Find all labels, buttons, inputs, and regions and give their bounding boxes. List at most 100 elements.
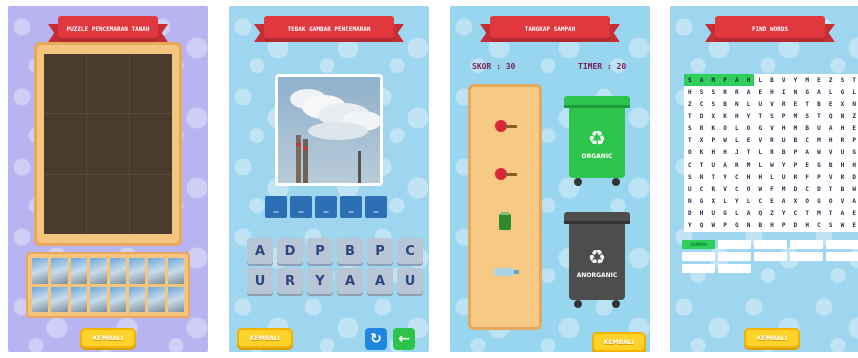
grid-letter[interactable]: T [848,74,858,86]
grid-letter[interactable]: G [813,159,825,171]
grid-letter[interactable]: W [813,147,825,159]
grid-letter[interactable]: L [731,135,743,147]
grid-letter[interactable]: G [837,86,849,98]
puzzle-piece[interactable] [70,286,88,312]
grid-letter[interactable]: L [766,171,778,183]
letter-tile[interactable]: P [307,238,333,264]
letter-tile[interactable]: A [337,268,363,294]
back-button[interactable]: KEMBALI [237,328,293,348]
grid-letter[interactable]: R [731,159,743,171]
grid-letter[interactable]: M [707,74,720,87]
grid-letter[interactable]: O [743,183,755,195]
grid-letter[interactable]: R [766,135,778,147]
grid-letter[interactable]: S [825,220,837,232]
grid-letter[interactable]: T [684,135,696,147]
answer-slot[interactable]: _ [365,196,387,218]
letter-tile[interactable]: U [247,268,273,294]
answer-slot[interactable]: _ [340,196,362,218]
puzzle-piece[interactable] [128,258,146,284]
grid-letter[interactable]: L [848,86,858,98]
grid-letter[interactable]: T [684,110,696,122]
grid-letter[interactable]: R [837,171,849,183]
grid-letter[interactable]: P [719,74,731,87]
grid-letter[interactable]: E [848,123,858,135]
grid-letter[interactable]: H [766,220,778,232]
letter-tile[interactable]: A [367,268,393,294]
grid-letter[interactable]: R [790,171,802,183]
grid-letter[interactable]: W [707,220,719,232]
grid-letter[interactable]: Y [731,196,743,208]
grid-letter[interactable]: V [766,123,778,135]
grid-letter[interactable]: T [825,208,837,220]
grid-letter[interactable]: F [766,183,778,195]
grid-letter[interactable]: P [707,135,719,147]
grid-letter[interactable]: O [719,123,731,135]
grid-letter[interactable]: Z [825,74,837,86]
grid-letter[interactable]: N [684,196,696,208]
grid-letter[interactable]: R [731,86,743,98]
grid-letter[interactable]: E [848,208,858,220]
grid-letter[interactable]: E [790,98,802,110]
grid-letter[interactable]: T [696,159,708,171]
grid-letter[interactable]: S [684,171,696,183]
puzzle-piece[interactable] [109,286,126,312]
puzzle-cell[interactable] [44,114,86,174]
grid-letter[interactable]: T [743,147,755,159]
grid-letter[interactable]: S [707,86,719,98]
grid-letter[interactable]: H [696,208,708,220]
grid-letter[interactable]: C [790,208,802,220]
grid-letter[interactable]: B [754,220,766,232]
grid-letter[interactable]: L [754,147,766,159]
puzzle-cell[interactable] [130,54,172,114]
grid-letter[interactable]: B [719,98,731,110]
puzzle-cell[interactable] [87,114,129,174]
grid-letter[interactable]: U [754,98,766,110]
grid-letter[interactable]: A [825,123,837,135]
grid-letter[interactable]: U [837,147,849,159]
grid-letter[interactable]: P [790,147,802,159]
back-button[interactable]: KEMBALI [744,328,800,348]
grid-letter[interactable]: V [778,74,790,86]
grid-letter[interactable]: A [695,74,708,87]
grid-letter[interactable]: S [766,110,778,122]
grid-letter[interactable]: K [707,123,719,135]
puzzle-piece[interactable] [90,258,107,284]
grid-letter[interactable]: E [825,98,837,110]
grid-letter[interactable]: H [707,147,719,159]
back-button[interactable]: KEMBALI [592,332,646,352]
grid-letter[interactable]: N [790,86,802,98]
grid-letter[interactable]: R [778,98,790,110]
grid-letter[interactable]: G [731,220,743,232]
grid-letter[interactable]: Q [754,208,766,220]
grid-letter[interactable]: Q [825,110,837,122]
grid-letter[interactable]: X [837,98,849,110]
puzzle-piece[interactable] [32,286,49,312]
grid-letter[interactable]: B [790,135,802,147]
grid-letter[interactable]: X [696,135,708,147]
grid-letter[interactable]: U [778,135,790,147]
grid-letter[interactable]: M [778,183,790,195]
grid-letter[interactable]: W [754,183,766,195]
grid-letter[interactable]: D [813,183,825,195]
grid-letter[interactable]: Y [684,220,696,232]
grid-letter[interactable]: N [848,98,858,110]
grid-letter[interactable]: E [743,135,755,147]
grid-letter[interactable]: K [696,147,708,159]
grid-letter[interactable]: B [766,74,778,86]
grid-letter[interactable]: H [778,123,790,135]
grid-letter[interactable]: V [754,135,766,147]
grid-letter[interactable]: H [719,147,731,159]
grid-letter[interactable]: C [813,220,825,232]
grid-letter[interactable]: J [731,147,743,159]
letter-tile[interactable]: C [397,238,423,264]
puzzle-piece[interactable] [128,286,146,312]
grid-letter[interactable]: H [742,74,755,87]
grid-letter[interactable]: E [813,74,825,86]
grid-letter[interactable]: W [837,220,849,232]
puzzle-piece[interactable] [167,258,184,284]
puzzle-piece[interactable] [70,258,88,284]
grid-letter[interactable]: N [743,220,755,232]
grid-letter[interactable]: U [707,159,719,171]
puzzle-cell[interactable] [44,174,86,234]
grid-letter[interactable]: W [848,183,858,195]
